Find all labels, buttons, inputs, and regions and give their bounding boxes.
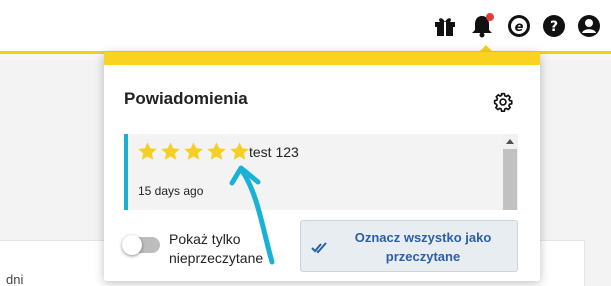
toggle-label: Pokaż tylko nieprzeczytane (169, 231, 264, 266)
star-icon (230, 142, 249, 160)
unread-dot (486, 13, 494, 21)
mark-all-read-label: Oznacz wszystko jako przeczytane (354, 230, 492, 264)
star-icon (138, 142, 157, 160)
scrollbar[interactable] (502, 134, 518, 210)
star-icon (161, 142, 180, 160)
double-check-icon (311, 242, 327, 254)
gear-icon[interactable] (492, 91, 514, 113)
star-icon (207, 142, 226, 160)
gift-icon[interactable] (432, 13, 458, 39)
scroll-up-arrow-icon[interactable] (502, 134, 518, 148)
panel-accent-bar (104, 52, 540, 65)
background-partial-text: dni (6, 272, 24, 286)
svg-text:?: ? (550, 19, 558, 35)
notification-time: 15 days ago (138, 184, 204, 198)
user-icon[interactable] (576, 13, 602, 39)
help-icon[interactable]: ? (541, 13, 567, 39)
coupon-icon[interactable]: e (506, 13, 532, 39)
mark-all-read-button[interactable]: Oznacz wszystko jako przeczytane (300, 220, 518, 272)
notifications-panel: Powiadomienia test 123 15 days ago Pokaż… (104, 52, 540, 281)
notification-text: test 123 (249, 144, 299, 160)
list-item[interactable]: test 123 15 days ago (124, 134, 502, 210)
bell-icon[interactable] (469, 13, 495, 39)
notification-list[interactable]: test 123 15 days ago (124, 134, 518, 210)
top-navigation-bar: e ? (0, 0, 611, 54)
panel-title: Powiadomienia (124, 89, 248, 108)
scrollbar-thumb[interactable] (503, 149, 517, 210)
unread-only-toggle[interactable] (122, 235, 160, 255)
star-rating (137, 141, 250, 162)
star-icon (184, 142, 203, 160)
svg-text:e: e (515, 20, 524, 35)
toggle-knob (122, 235, 142, 255)
